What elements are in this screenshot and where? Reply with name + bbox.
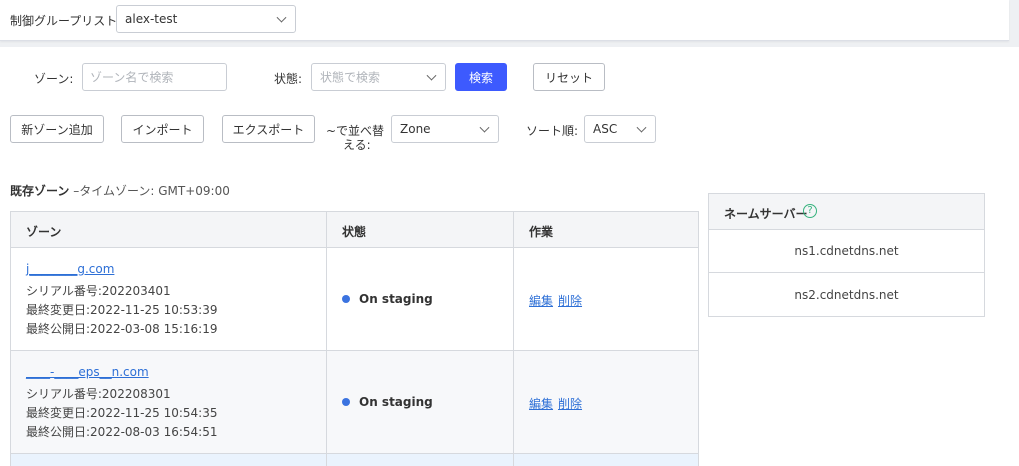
control-group-label: 制御グループリスト xyxy=(10,14,118,28)
add-zone-button[interactable]: 新ゾーン追加 xyxy=(10,115,104,143)
existing-zones-heading: 既存ゾーン –タイムゾーン: GMT+09:00 xyxy=(10,182,230,199)
zone-link[interactable]: j________g.com xyxy=(26,262,114,276)
nameserver-item: ns2.cdnetdns.net xyxy=(794,287,899,302)
zone-published: 最終公開日:2022-08-03 16:54:51 xyxy=(26,425,218,439)
status-search-select[interactable]: 状態で検索 xyxy=(311,63,446,91)
status-filter-label: 状態: xyxy=(274,72,303,86)
header-status: 状態 xyxy=(342,225,367,239)
zone-serial: シリアル番号:202208301 xyxy=(26,387,171,401)
zones-panel: ゾーン: ゾーン名で検索 状態: 状態で検索 検索 リセット 新ゾーン追加 イン… xyxy=(0,47,1019,466)
nameserver-title: ネームサーバー xyxy=(724,207,808,221)
sort-by-select[interactable]: Zone xyxy=(391,115,499,143)
control-group-select[interactable]: alex-test xyxy=(116,5,296,33)
zone-published: 最終公開日:2022-03-08 15:16:19 xyxy=(26,322,218,336)
control-group-bar: 制御グループリスト alex-test xyxy=(0,0,1009,41)
nameserver-panel: ネームサーバー ? ns1.cdnetdns.net ns2.cdnetdns.… xyxy=(708,193,985,317)
nameserver-item: ns1.cdnetdns.net xyxy=(709,230,984,273)
zone-search-placeholder: ゾーン名で検索 xyxy=(90,70,174,85)
header-actions: 作業 xyxy=(529,225,554,239)
status-text: On staging xyxy=(359,292,433,306)
sort-order-value: ASC xyxy=(593,122,618,136)
zone-link[interactable]: ____-____eps__n.com xyxy=(26,365,149,379)
delete-link[interactable]: 削除 xyxy=(558,397,582,411)
help-icon[interactable]: ? xyxy=(803,204,817,218)
export-button[interactable]: エクスポート xyxy=(222,115,315,143)
import-button[interactable]: インポート xyxy=(121,115,204,143)
zone-modified: 最終変更日:2022-11-25 10:53:39 xyxy=(26,303,218,317)
edit-link[interactable]: 編集 xyxy=(529,294,553,308)
zone-search-input[interactable]: ゾーン名で検索 xyxy=(82,63,227,91)
table-row: j________g.com シリアル番号:202203401 最終変更日:20… xyxy=(11,248,698,351)
chevron-down-icon xyxy=(479,122,490,133)
sort-order-label: ソート順: xyxy=(526,124,579,138)
status-dot-icon xyxy=(342,398,350,406)
chevron-down-icon xyxy=(636,122,647,133)
chevron-down-icon xyxy=(426,70,437,81)
sort-by-value: Zone xyxy=(400,122,431,136)
table-header: ゾーン 状態 作業 xyxy=(11,212,698,248)
status-cell: On staging xyxy=(342,395,433,409)
status-text: On staging xyxy=(359,395,433,409)
reset-button[interactable]: リセット xyxy=(533,63,605,91)
zone-filter-label: ゾーン: xyxy=(34,72,74,86)
sort-order-select[interactable]: ASC xyxy=(584,115,656,143)
table-row: ____-____eps__n.com シリアル番号:202208301 最終変… xyxy=(11,351,698,454)
status-cell: On staging xyxy=(342,292,433,306)
timezone-label: –タイムゾーン: GMT+09:00 xyxy=(73,184,230,198)
delete-link[interactable]: 削除 xyxy=(558,294,582,308)
nameserver-header: ネームサーバー ? xyxy=(709,194,984,230)
existing-zones-title: 既存ゾーン xyxy=(10,184,70,198)
zone-serial: シリアル番号:202203401 xyxy=(26,284,171,298)
header-zone: ゾーン xyxy=(26,225,62,239)
edit-link[interactable]: 編集 xyxy=(529,397,553,411)
status-search-placeholder: 状態で検索 xyxy=(320,70,381,85)
table-row[interactable] xyxy=(11,454,698,466)
chevron-down-icon xyxy=(276,12,287,23)
status-dot-icon xyxy=(342,295,350,303)
sort-by-label-cont: える: xyxy=(343,138,371,152)
zone-modified: 最終変更日:2022-11-25 10:54:35 xyxy=(26,406,218,420)
control-group-value: alex-test xyxy=(125,12,178,26)
search-button[interactable]: 検索 xyxy=(455,63,507,91)
zones-table: ゾーン 状態 作業 j________g.com シリアル番号:20220340… xyxy=(10,211,699,466)
